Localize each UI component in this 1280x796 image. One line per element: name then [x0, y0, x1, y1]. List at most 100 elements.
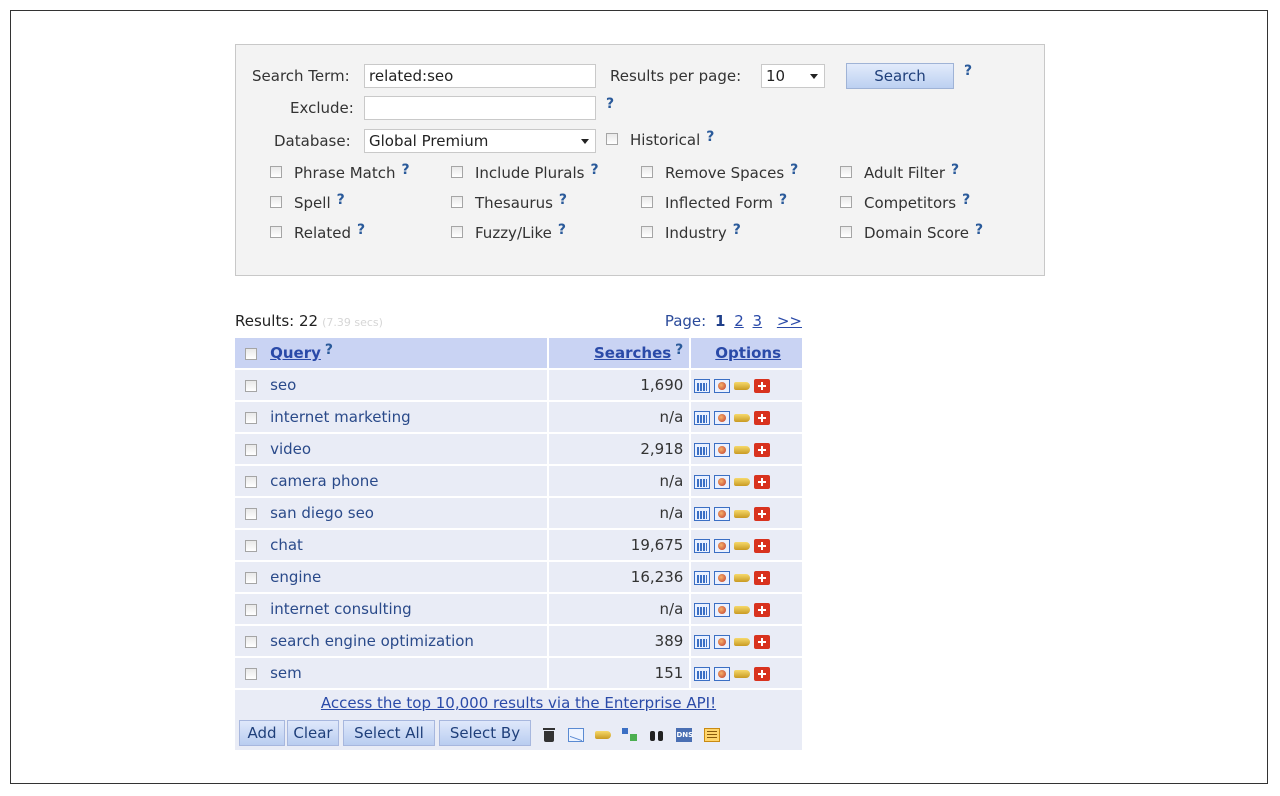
row-checkbox[interactable]: [244, 443, 257, 456]
trash-icon[interactable]: [541, 727, 557, 742]
option-help-icon[interactable]: ?: [975, 222, 983, 238]
option-checkbox[interactable]: [840, 195, 852, 208]
options-column-header[interactable]: Options: [715, 344, 781, 362]
row-query[interactable]: search engine optimization: [266, 626, 548, 656]
pointing-hand-icon[interactable]: [734, 411, 751, 425]
chart-icon[interactable]: [694, 506, 711, 521]
chart-icon[interactable]: [694, 666, 711, 681]
sitemap-icon[interactable]: [622, 727, 638, 742]
row-query[interactable]: seo: [266, 370, 548, 400]
chart-icon[interactable]: [694, 442, 711, 457]
option-checkbox[interactable]: [840, 225, 852, 238]
option-checkbox[interactable]: [840, 165, 852, 178]
pointing-hand-icon[interactable]: [734, 443, 751, 457]
row-query[interactable]: video: [266, 434, 548, 464]
search-help-icon[interactable]: ?: [964, 63, 972, 79]
row-checkbox[interactable]: [244, 411, 257, 424]
row-query[interactable]: san diego seo: [266, 498, 548, 528]
row-checkbox[interactable]: [244, 603, 257, 616]
chart-icon[interactable]: [694, 570, 711, 585]
pointing-hand-icon[interactable]: [734, 507, 751, 521]
list-icon[interactable]: [703, 727, 720, 742]
row-checkbox[interactable]: [244, 635, 257, 648]
clear-button[interactable]: Clear: [287, 720, 339, 746]
globe-icon[interactable]: [714, 378, 731, 393]
option-help-icon[interactable]: ?: [337, 192, 345, 208]
chart-icon[interactable]: [694, 602, 711, 617]
exclude-help-icon[interactable]: ?: [606, 96, 614, 112]
dns-icon[interactable]: DNS: [676, 727, 693, 742]
add-icon[interactable]: [754, 666, 771, 681]
searches-column-header[interactable]: Searches: [594, 344, 671, 362]
query-column-header[interactable]: Query: [270, 344, 321, 362]
historical-checkbox[interactable]: [606, 132, 618, 145]
exclude-input[interactable]: [364, 96, 596, 120]
row-query[interactable]: internet marketing: [266, 402, 548, 432]
pointing-hand-icon[interactable]: [734, 667, 751, 681]
globe-icon[interactable]: [714, 538, 731, 553]
globe-icon[interactable]: [714, 602, 731, 617]
chart-icon[interactable]: [694, 474, 711, 489]
option-checkbox[interactable]: [270, 225, 282, 238]
row-query[interactable]: sem: [266, 658, 548, 688]
globe-icon[interactable]: [714, 474, 731, 489]
option-help-icon[interactable]: ?: [962, 192, 970, 208]
chart-icon[interactable]: [694, 634, 711, 649]
select-by-button[interactable]: Select By: [439, 720, 531, 746]
row-query[interactable]: chat: [266, 530, 548, 560]
option-checkbox[interactable]: [451, 165, 463, 178]
add-button[interactable]: Add: [239, 720, 285, 746]
option-help-icon[interactable]: ?: [402, 162, 410, 178]
add-icon[interactable]: [754, 602, 771, 617]
search-term-input[interactable]: [364, 64, 596, 88]
option-help-icon[interactable]: ?: [733, 222, 741, 238]
row-checkbox[interactable]: [244, 667, 257, 680]
globe-icon[interactable]: [714, 410, 731, 425]
add-icon[interactable]: [754, 538, 771, 553]
add-icon[interactable]: [754, 378, 771, 393]
row-checkbox[interactable]: [244, 379, 257, 392]
pointing-hand-icon[interactable]: [734, 603, 751, 617]
option-help-icon[interactable]: ?: [558, 222, 566, 238]
select-all-button[interactable]: Select All: [343, 720, 435, 746]
database-select[interactable]: Global Premium: [364, 129, 596, 153]
row-checkbox[interactable]: [244, 571, 257, 584]
option-help-icon[interactable]: ?: [779, 192, 787, 208]
pointing-hand-icon[interactable]: [734, 635, 751, 649]
row-query[interactable]: engine: [266, 562, 548, 592]
option-help-icon[interactable]: ?: [790, 162, 798, 178]
chart-icon[interactable]: [694, 538, 711, 553]
chart-icon[interactable]: [694, 410, 711, 425]
globe-icon[interactable]: [714, 634, 731, 649]
query-help-icon[interactable]: ?: [325, 342, 333, 358]
option-checkbox[interactable]: [270, 165, 282, 178]
add-icon[interactable]: [754, 410, 771, 425]
add-icon[interactable]: [754, 442, 771, 457]
historical-help-icon[interactable]: ?: [706, 129, 714, 145]
add-icon[interactable]: [754, 474, 771, 489]
search-button[interactable]: Search: [846, 63, 954, 89]
row-checkbox[interactable]: [244, 539, 257, 552]
pointing-hand-icon[interactable]: [734, 571, 751, 585]
option-help-icon[interactable]: ?: [590, 162, 598, 178]
globe-icon[interactable]: [714, 442, 731, 457]
add-icon[interactable]: [754, 634, 771, 649]
chart-icon[interactable]: [694, 378, 711, 393]
row-query[interactable]: camera phone: [266, 466, 548, 496]
add-icon[interactable]: [754, 506, 771, 521]
option-help-icon[interactable]: ?: [951, 162, 959, 178]
add-icon[interactable]: [754, 570, 771, 585]
row-query[interactable]: internet consulting: [266, 594, 548, 624]
searches-help-icon[interactable]: ?: [675, 342, 683, 358]
option-checkbox[interactable]: [451, 195, 463, 208]
page-link-3[interactable]: 3: [753, 312, 763, 330]
page-next-link[interactable]: >>: [777, 312, 802, 330]
pointing-hand-icon[interactable]: [734, 475, 751, 489]
option-help-icon[interactable]: ?: [357, 222, 365, 238]
pointing-hand-icon[interactable]: [734, 539, 751, 553]
page-link-2[interactable]: 2: [734, 312, 744, 330]
pointing-hand-icon[interactable]: [595, 728, 612, 742]
option-checkbox[interactable]: [641, 195, 653, 208]
enterprise-api-link[interactable]: Access the top 10,000 results via the En…: [321, 694, 716, 712]
select-all-checkbox[interactable]: [244, 347, 257, 360]
